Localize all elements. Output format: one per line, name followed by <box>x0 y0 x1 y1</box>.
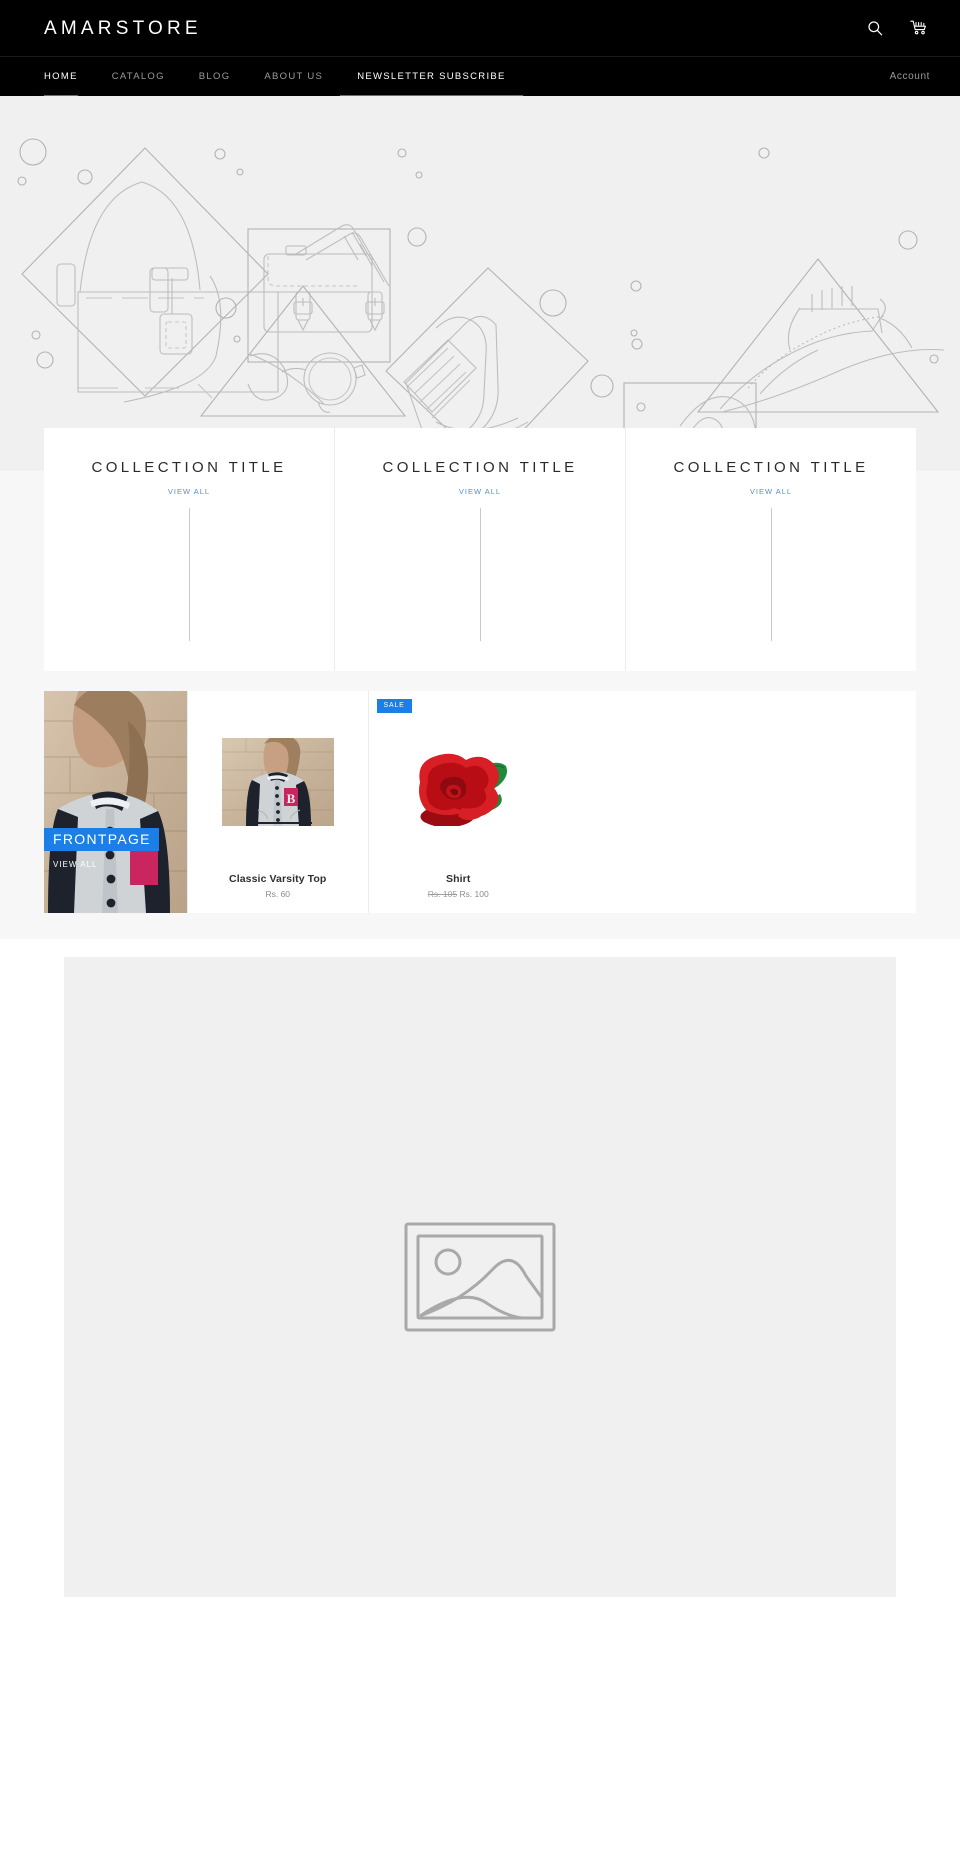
hero-lineart-illustration <box>0 96 960 471</box>
nav-item-blog[interactable]: BLOG <box>182 57 248 96</box>
bottom-section <box>0 939 960 1597</box>
product-card[interactable]: B Classic Varsity Top Rs. 60 <box>187 691 368 913</box>
frontpage-collection-photo <box>44 691 187 913</box>
frontpage-view-all-link[interactable]: VIEW ALL <box>53 860 159 869</box>
product-image-container <box>369 691 549 873</box>
image-placeholder-icon <box>404 1222 556 1332</box>
collection-view-all-link[interactable]: VIEW ALL <box>459 487 501 496</box>
featured-grid: FRONTPAGE VIEW ALL B Classic Varsity Top… <box>44 691 916 913</box>
main-navigation: HOME CATALOG BLOG ABOUT US NEWSLETTER SU… <box>0 56 960 98</box>
product-image-classic-varsity-top: B <box>221 738 334 826</box>
nav-items: HOME CATALOG BLOG ABOUT US NEWSLETTER SU… <box>44 57 524 98</box>
collection-view-all-link[interactable]: VIEW ALL <box>750 487 792 496</box>
product-price: Rs. 60 <box>229 889 326 899</box>
nav-item-catalog[interactable]: CATALOG <box>95 57 182 96</box>
collection-divider <box>480 508 481 641</box>
collection-divider <box>189 508 190 641</box>
product-price-current: Rs. 100 <box>459 889 489 899</box>
product-meta: Classic Varsity Top Rs. 60 <box>229 873 326 913</box>
nav-item-about-us[interactable]: ABOUT US <box>247 57 340 96</box>
bottom-section-inner <box>44 939 916 1597</box>
svg-text:B: B <box>286 791 295 806</box>
featured-empty-slot <box>548 691 916 913</box>
collection-title: COLLECTION TITLE <box>91 459 287 476</box>
collection-view-all-link[interactable]: VIEW ALL <box>168 487 210 496</box>
collection-card[interactable]: COLLECTION TITLE VIEW ALL <box>44 428 334 671</box>
site-header: AMARSTORE <box>0 0 960 56</box>
featured-section: FRONTPAGE VIEW ALL B Classic Varsity Top… <box>0 691 960 913</box>
nav-item-home[interactable]: HOME <box>44 57 95 98</box>
collections-grid: COLLECTION TITLE VIEW ALL COLLECTION TIT… <box>44 428 916 671</box>
product-price-original: Rs. 105 <box>427 889 458 899</box>
product-meta: Shirt Rs. 105 Rs. 100 <box>428 873 489 913</box>
header-actions <box>864 17 930 39</box>
hero-banner <box>0 96 960 471</box>
site-logo[interactable]: AMARSTORE <box>44 19 202 38</box>
product-price-current: Rs. 60 <box>265 889 291 899</box>
collections-section-bg: COLLECTION TITLE VIEW ALL COLLECTION TIT… <box>0 428 960 1597</box>
product-image-shirt <box>402 738 515 826</box>
image-placeholder-block <box>64 957 896 1597</box>
product-title: Classic Varsity Top <box>229 873 327 885</box>
collection-card[interactable]: COLLECTION TITLE VIEW ALL <box>334 428 625 671</box>
nav-item-account[interactable]: Account <box>890 57 930 96</box>
product-title: Shirt <box>446 873 471 885</box>
collection-divider <box>771 508 772 641</box>
product-price: Rs. 105 Rs. 100 <box>428 889 489 899</box>
product-image-container: B <box>188 691 368 873</box>
product-card[interactable]: SALE Shirt Rs. 105 Rs. 100 <box>367 691 549 913</box>
nav-item-newsletter-subscribe[interactable]: NEWSLETTER SUBSCRIBE <box>340 57 524 98</box>
collection-title: COLLECTION TITLE <box>673 459 869 476</box>
collection-title: COLLECTION TITLE <box>382 459 578 476</box>
cart-icon[interactable] <box>908 17 930 39</box>
frontpage-overlay: FRONTPAGE VIEW ALL <box>44 828 159 869</box>
search-icon[interactable] <box>864 17 886 39</box>
collection-card[interactable]: COLLECTION TITLE VIEW ALL <box>625 428 916 671</box>
collections-section: COLLECTION TITLE VIEW ALL COLLECTION TIT… <box>0 428 960 671</box>
status-badge-sale: SALE <box>376 699 412 713</box>
frontpage-collection-tile[interactable]: FRONTPAGE VIEW ALL <box>44 691 187 913</box>
frontpage-collection-badge: FRONTPAGE <box>44 828 159 851</box>
